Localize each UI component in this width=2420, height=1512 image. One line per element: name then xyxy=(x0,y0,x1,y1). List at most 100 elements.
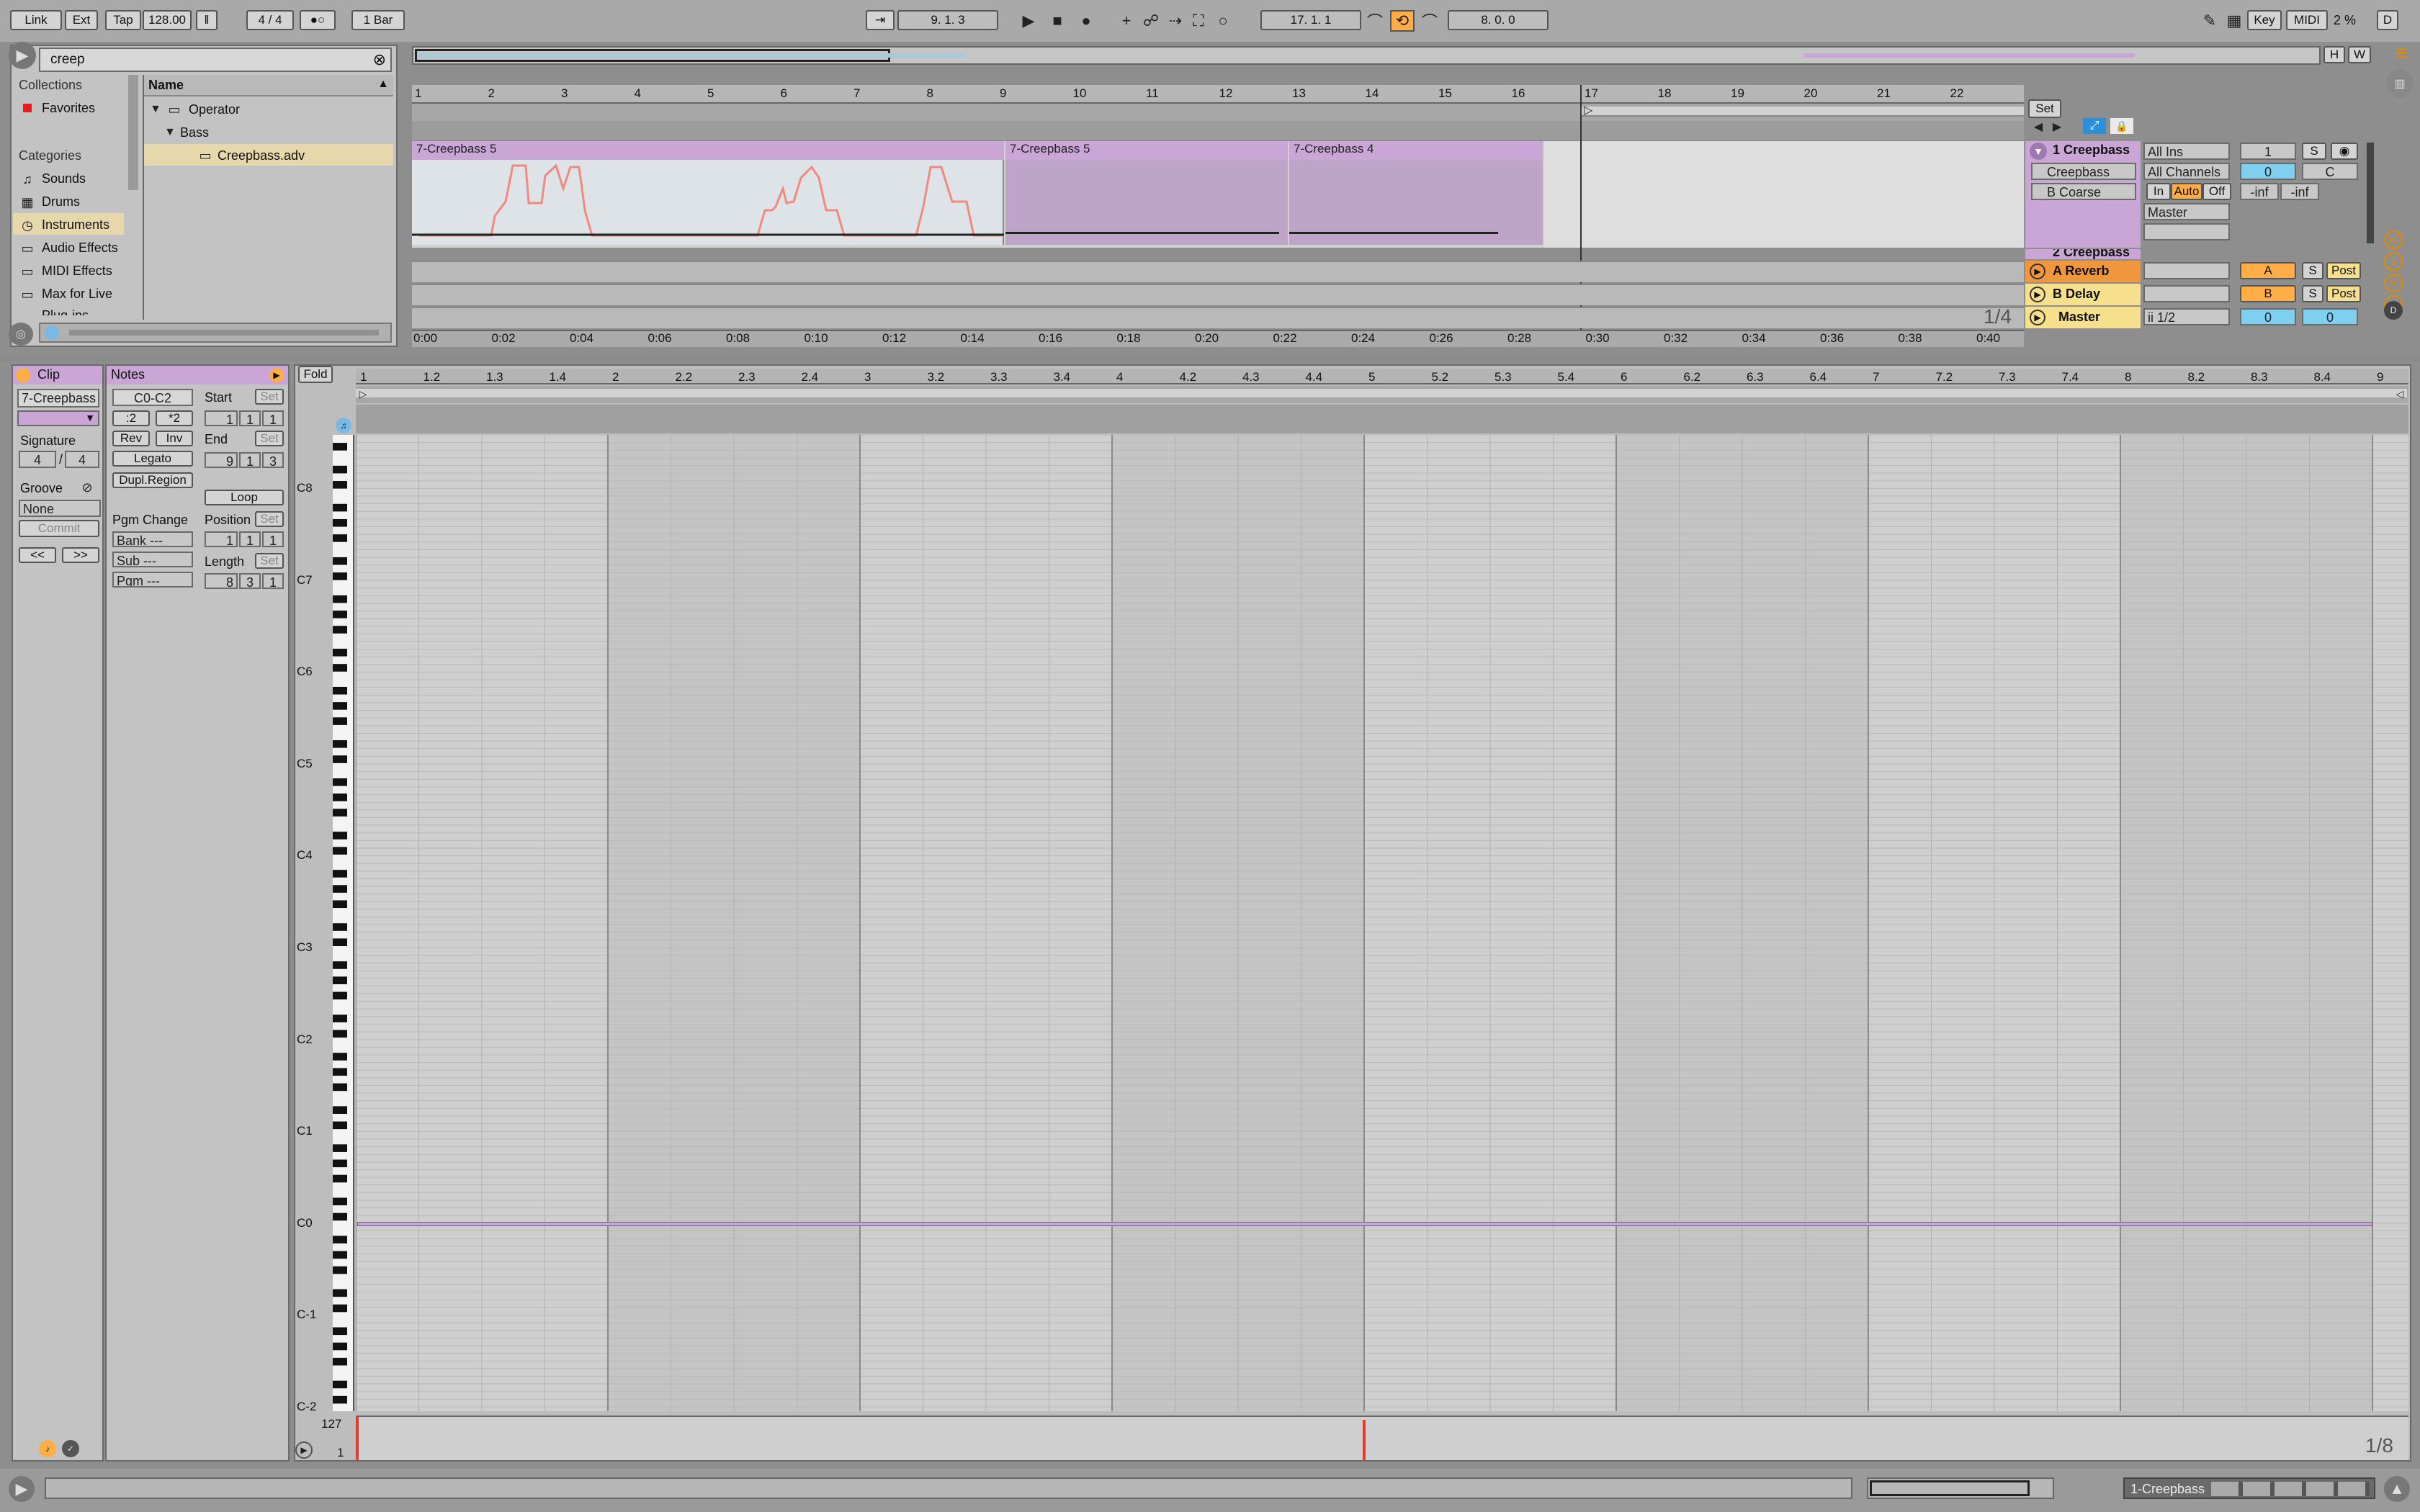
return-a-activator-icon[interactable]: ▶ xyxy=(2030,264,2045,279)
monitor-in-button[interactable]: In xyxy=(2146,183,2171,200)
groove-hot-swap-icon[interactable]: ⊘ xyxy=(78,478,97,497)
input-type-chooser[interactable]: All Ins xyxy=(2143,143,2230,160)
tree-creepbass-preset[interactable]: Creepbass.adv xyxy=(218,148,305,163)
arm-button[interactable]: ◉ xyxy=(2331,143,2358,160)
master-volume[interactable]: 0 xyxy=(2240,308,2296,325)
link-button[interactable]: Link xyxy=(10,10,62,30)
notes-box-header[interactable]: Notes ▶ xyxy=(107,366,288,384)
velocity-lane[interactable] xyxy=(356,1416,2408,1460)
return-b-send[interactable] xyxy=(2143,285,2230,302)
double-button[interactable]: *2 xyxy=(156,410,193,426)
length-bar[interactable]: 8 xyxy=(205,573,238,589)
arrangement-ruler[interactable] xyxy=(412,85,2024,104)
end-beat[interactable]: 1 xyxy=(239,452,261,468)
master-header[interactable]: ▶ Master xyxy=(2025,307,2141,328)
clip-launch-icon[interactable]: ✓ xyxy=(62,1440,79,1457)
category-instruments[interactable]: Instruments xyxy=(42,217,109,233)
groove-chooser[interactable]: None xyxy=(19,500,101,517)
end-set-button[interactable]: Set xyxy=(255,431,284,446)
stop-icon[interactable]: ■ xyxy=(1044,9,1070,33)
key-map-button[interactable]: Key xyxy=(2247,10,2282,30)
fold-button[interactable]: Fold xyxy=(298,366,333,383)
return-a-track-button[interactable]: A xyxy=(2240,262,2296,279)
return-a-post[interactable]: Post xyxy=(2326,262,2361,279)
track-number-box[interactable]: 1 xyxy=(2240,143,2296,160)
quantize-menu[interactable]: 1 Bar xyxy=(351,10,405,30)
category-max-for-live[interactable]: Max for Live xyxy=(42,287,112,302)
session-record-icon[interactable]: ○ xyxy=(1213,9,1233,33)
tree-bass[interactable]: Bass xyxy=(180,125,209,140)
punch-in-icon[interactable]: ⌒ xyxy=(1363,9,1387,33)
groove-pool-icon[interactable]: ◎ xyxy=(9,323,33,346)
start-sixteenth[interactable]: 1 xyxy=(262,410,284,426)
play-icon[interactable]: ▶ xyxy=(1016,9,1041,33)
length-beat[interactable]: 3 xyxy=(239,573,261,589)
preview-switch-icon[interactable]: ♫ xyxy=(336,418,351,433)
optimize-width-button[interactable]: W xyxy=(2348,46,2371,63)
return-a-header[interactable]: ▶ A Reverb xyxy=(2025,261,2141,282)
return-b-track-button[interactable]: B xyxy=(2240,285,2296,302)
record-icon[interactable]: ● xyxy=(1073,9,1099,33)
category-sounds[interactable]: Sounds xyxy=(42,171,86,186)
monitor-auto-button[interactable]: Auto xyxy=(2171,183,2202,200)
category-plug-ins[interactable]: Plug-ins xyxy=(42,308,89,315)
overdub-icon[interactable]: + xyxy=(1116,9,1137,33)
pan-field[interactable]: C xyxy=(2302,163,2358,180)
clip-activator-icon[interactable] xyxy=(16,368,30,382)
draw-mode-icon[interactable]: ✎ xyxy=(2198,9,2221,33)
sub-bank-field[interactable]: Sub --- xyxy=(112,552,193,567)
browser-toggle-icon[interactable]: ▶ xyxy=(9,42,36,69)
return-b-solo[interactable]: S xyxy=(2302,285,2323,302)
master-pan[interactable]: 0 xyxy=(2302,308,2358,325)
length-sixteenth[interactable]: 1 xyxy=(262,573,284,589)
return-a-name[interactable]: A Reverb xyxy=(2053,264,2109,279)
overview-toggle-icon[interactable]: ▥ xyxy=(2387,69,2413,98)
duplicate-region-button[interactable]: Dupl.Region xyxy=(112,472,193,488)
locator-set-button[interactable]: Set xyxy=(2028,99,2061,118)
punch-out-icon[interactable]: ⌒ xyxy=(1417,9,1442,33)
notes-expand-icon[interactable]: ▶ xyxy=(269,368,284,382)
loop-brace[interactable] xyxy=(1582,107,2024,117)
arrangement-position-field[interactable]: 9. 1. 3 xyxy=(897,10,998,30)
sends-toggle-icon[interactable]: S xyxy=(2384,252,2403,271)
re-enable-automation-icon[interactable]: ⇢ xyxy=(1165,9,1186,33)
loop-region-bar[interactable] xyxy=(356,386,2408,403)
return-b-post[interactable]: Post xyxy=(2326,285,2361,302)
preview-bar[interactable] xyxy=(39,323,392,343)
commit-button[interactable]: Commit xyxy=(19,520,99,537)
arr-clip-3-header[interactable]: 7-Creepbass 4 xyxy=(1289,141,1543,160)
loop-switch-icon[interactable]: ⟲ xyxy=(1390,10,1415,32)
volume-field[interactable]: 0 xyxy=(2240,163,2296,180)
tree-operator[interactable]: Operator xyxy=(189,102,240,117)
position-set-button[interactable]: Set xyxy=(255,511,284,527)
arr-clip-1-header[interactable]: 7-Creepbass 5 xyxy=(412,141,1004,160)
menu-icon[interactable]: ≡ xyxy=(2388,40,2414,66)
loop-start-flag-icon[interactable]: ▷ xyxy=(356,386,370,402)
capture-icon[interactable]: ⛶ xyxy=(1188,9,1209,33)
signature-denominator[interactable]: 4 xyxy=(65,451,99,468)
solo-button[interactable]: S xyxy=(2302,143,2326,160)
category-drums[interactable]: Drums xyxy=(42,194,80,210)
return-a-send[interactable] xyxy=(2143,262,2230,279)
metronome-button[interactable]: ●○ xyxy=(300,10,336,30)
computer-midi-keyboard-icon[interactable]: ▦ xyxy=(2223,9,2246,33)
start-bar[interactable]: 1 xyxy=(205,410,238,426)
signature-numerator[interactable]: 4 xyxy=(19,451,56,468)
track-fold-icon[interactable]: ▼ xyxy=(2030,143,2047,160)
piano-roll-ruler[interactable] xyxy=(356,369,2408,384)
midi-map-button[interactable]: MIDI xyxy=(2286,10,2328,30)
track-header-2[interactable]: 2 Creepbass xyxy=(2025,249,2141,259)
return-b-header[interactable]: ▶ B Delay xyxy=(2025,284,2141,305)
automation-arm-icon[interactable]: ☍ xyxy=(1141,9,1161,33)
ext-button[interactable]: Ext xyxy=(65,10,98,30)
master-name[interactable]: Master xyxy=(2058,310,2100,325)
bank-field[interactable]: Bank --- xyxy=(112,531,193,547)
tempo-field[interactable]: 128.00 xyxy=(143,10,192,30)
program-field[interactable]: Pgm --- xyxy=(112,572,193,588)
favorites-item[interactable]: Favorites xyxy=(42,101,95,116)
overview-strip[interactable] xyxy=(412,46,2321,65)
clear-search-icon[interactable]: ⊗ xyxy=(373,50,386,69)
end-bar[interactable]: 9 xyxy=(205,452,238,468)
start-set-button[interactable]: Set xyxy=(255,389,284,405)
status-toggle-icon[interactable]: ▶ xyxy=(9,1476,35,1502)
